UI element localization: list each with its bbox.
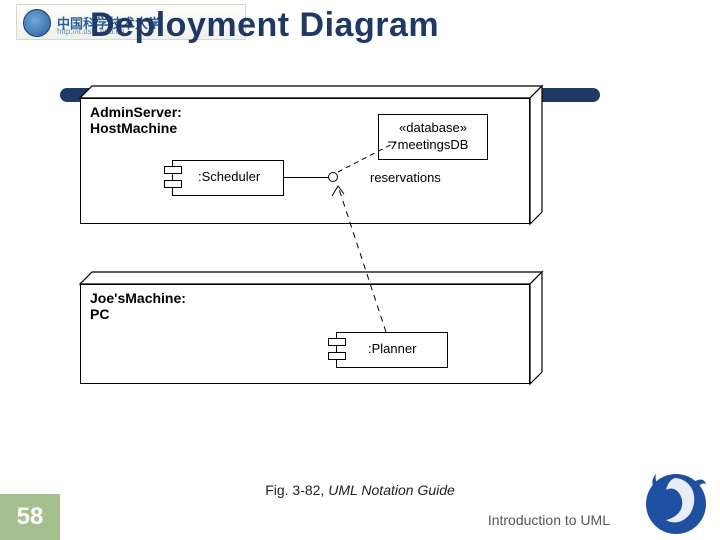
caption-source: UML Notation Guide — [328, 482, 455, 498]
slide: 中国科学技术大学 http://if.ustc.edu.cn Deploymen… — [0, 0, 720, 540]
deployment-diagram: AdminServer: HostMachine :Scheduler «dat… — [80, 74, 620, 454]
slide-number-box: 58 — [0, 494, 60, 540]
slide-number: 58 — [17, 503, 44, 531]
planner-to-iface-dependency — [80, 74, 620, 454]
figure-caption: Fig. 3-82, UML Notation Guide — [0, 482, 720, 498]
slide-title: Deployment Diagram — [90, 6, 439, 45]
university-emblem-icon — [23, 9, 51, 37]
dragon-logo-icon — [632, 460, 712, 538]
caption-fig: Fig. 3-82, — [265, 482, 328, 498]
footer-text: Introduction to UML — [488, 512, 610, 528]
